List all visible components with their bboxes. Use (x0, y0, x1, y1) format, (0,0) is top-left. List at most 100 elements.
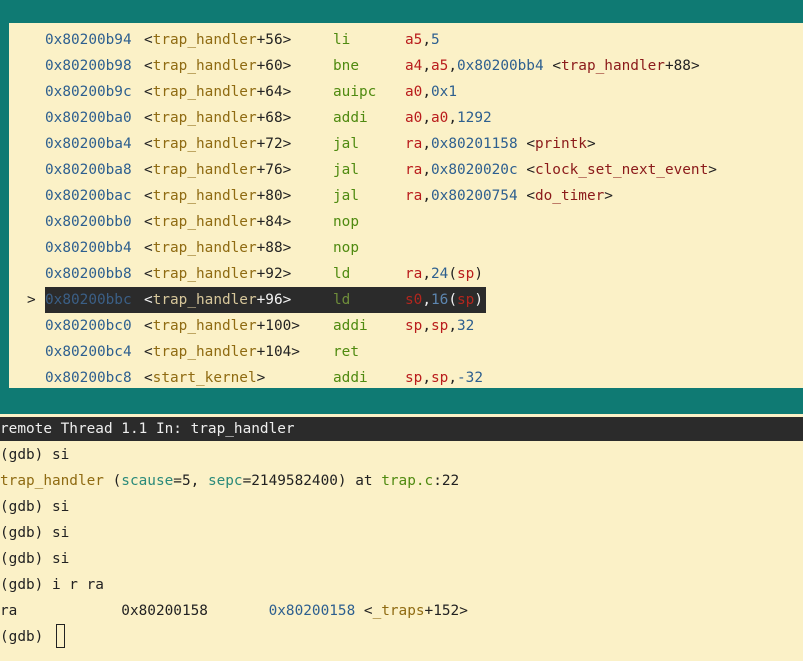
asm-row[interactable]: 0x80200ba0 <trap_handler+68> addi a0,a0,129… (9, 105, 799, 131)
operand-punct: ( (448, 266, 457, 282)
asm-function-name: trap_handler (152, 266, 257, 282)
asm-function-bracket: > (282, 162, 292, 178)
console-token: sepc (207, 473, 243, 489)
asm-function-bracket: < (144, 136, 153, 152)
operand-number: 24 (431, 266, 449, 282)
asm-address[interactable]: 0x80200bac (45, 183, 132, 209)
asm-row[interactable]: 0x80200bc8 <start_kernel> addi sp,sp,-32 (9, 365, 799, 391)
asm-operands: ra,24(sp) (405, 261, 483, 287)
asm-address[interactable]: 0x80200bb4 (45, 235, 132, 261)
operand-register: sp (405, 318, 423, 334)
asm-row[interactable]: 0x80200bb8 <trap_handler+92> ld ra,24(sp) (9, 261, 799, 287)
operand-punct: , (422, 370, 431, 386)
console-token: 0x80200158 (268, 603, 356, 619)
asm-address[interactable]: 0x80200ba0 (45, 105, 132, 131)
asm-address[interactable]: 0x80200bc4 (45, 339, 132, 365)
operand-punct: , (422, 136, 431, 152)
operand-punct: > (604, 188, 613, 204)
operand-register: sp (457, 292, 475, 308)
operand-register: ra (405, 136, 423, 152)
asm-function: <trap_handler+76> (144, 157, 291, 183)
text-cursor[interactable] (55, 624, 65, 648)
asm-row[interactable]: >0x80200bbc <trap_handler+96> ld s0,16(sp) (9, 287, 799, 313)
operand-punct: ) (474, 266, 483, 282)
asm-row[interactable]: 0x80200b98 <trap_handler+60> bne a4,a5,0x80… (9, 53, 799, 79)
asm-function-bracket: > (282, 240, 292, 256)
operand-number: 0x80201158 (431, 136, 518, 152)
console-token: +152> (424, 603, 468, 619)
operand-punct (544, 58, 553, 74)
asm-operands: a4,a5,0x80200bb4 <trap_handler+88> (405, 53, 700, 79)
asm-function-bracket: > (282, 84, 292, 100)
asm-row[interactable]: 0x80200ba4 <trap_handler+72> jal ra,0x80201… (9, 131, 799, 157)
operand-register: a5 (405, 32, 423, 48)
asm-address[interactable]: 0x80200b98 (45, 53, 132, 79)
asm-row[interactable]: 0x80200bc4 <trap_handler+104> ret (9, 339, 799, 365)
operand-punct: < (526, 136, 535, 152)
console-token: scause (121, 473, 174, 489)
operand-punct: , (448, 318, 457, 334)
asm-address[interactable]: 0x80200ba8 (45, 157, 132, 183)
asm-address[interactable]: 0x80200bb0 (45, 209, 132, 235)
asm-address[interactable]: 0x80200bb8 (45, 261, 132, 287)
asm-mnemonic: ld (333, 292, 351, 308)
asm-row[interactable]: 0x80200b9c <trap_handler+64> auipc a0,0x1 (9, 79, 799, 105)
asm-mnemonic: auipc (333, 84, 377, 100)
asm-row[interactable]: 0x80200bac <trap_handler+80> jal ra,0x80200… (9, 183, 799, 209)
asm-mnemonic: jal (333, 188, 359, 204)
asm-row[interactable]: 0x80200bb0 <trap_handler+84> nop (9, 209, 799, 235)
asm-function-name: trap_handler (152, 292, 257, 308)
operand-punct: , (422, 84, 431, 100)
asm-function-bracket: > (282, 266, 292, 282)
asm-function: <trap_handler+88> (144, 235, 291, 261)
asm-function-bracket: > (256, 370, 266, 386)
asm-address[interactable]: 0x80200bc8 (45, 365, 132, 391)
gdb-console[interactable]: (gdb) si trap_handler (scause=5, sepc=214… (0, 441, 803, 661)
asm-row[interactable]: 0x80200b94 <trap_handler+56> li a5,5 (9, 27, 799, 53)
operand-register: s0 (405, 292, 423, 308)
asm-address[interactable]: 0x80200bbc (45, 287, 132, 313)
gdb-prompt: (gdb) (0, 629, 52, 645)
status-bar: remote Thread 1.1 In: trap_handler (0, 417, 803, 441)
asm-row[interactable]: 0x80200bb4 <trap_handler+88> nop (9, 235, 799, 261)
operand-punct: , (422, 110, 431, 126)
asm-operands: a0,0x1 (405, 79, 457, 105)
asm-address[interactable]: 0x80200bc0 (45, 313, 132, 339)
console-prompt-line[interactable]: (gdb) (0, 624, 65, 650)
console-token: ra (0, 603, 122, 619)
asm-function-bracket: > (291, 318, 300, 334)
asm-function-offset: +76 (256, 162, 283, 178)
operand-punct: , (422, 266, 431, 282)
operand-register: ra (405, 162, 423, 178)
asm-address[interactable]: 0x80200b94 (45, 27, 132, 53)
operand-register: sp (405, 370, 423, 386)
asm-operands: sp,sp,32 (405, 313, 474, 339)
asm-row[interactable]: 0x80200bc0 <trap_handler+100> addi sp,sp,32 (9, 313, 799, 339)
asm-address[interactable]: 0x80200ba4 (45, 131, 132, 157)
operand-number: 1292 (457, 110, 492, 126)
operand-number: 0x8020020c (431, 162, 518, 178)
operand-symbol: trap_handler (560, 58, 665, 74)
asm-mnemonic: addi (333, 318, 368, 334)
operand-punct: , (448, 58, 457, 74)
asm-row[interactable]: 0x80200ba8 <trap_handler+76> jal ra,0x80200… (9, 157, 799, 183)
console-line: trap_handler (scause=5, sepc=2149582400)… (0, 468, 459, 494)
asm-function-bracket: < (144, 292, 153, 308)
operand-number: 0x80200bb4 (457, 58, 544, 74)
asm-operands: ra,0x8020020c <clock_set_next_event> (405, 157, 717, 183)
asm-function-bracket: < (144, 58, 153, 74)
asm-function-bracket: < (144, 344, 153, 360)
console-token: _traps (372, 603, 425, 619)
assembly-listing: 0x80200b94 <trap_handler+56> li a5,5 0x80200… (9, 23, 803, 388)
asm-function-bracket: > (282, 188, 292, 204)
operand-register: a5 (431, 58, 449, 74)
asm-function-offset: +64 (256, 84, 283, 100)
operand-punct: > (708, 162, 717, 178)
console-line: (gdb) si (0, 551, 70, 567)
operand-symbol: do_timer (534, 188, 605, 204)
console-token: =5, (173, 473, 208, 489)
asm-function-bracket: < (144, 240, 153, 256)
operand-punct: , (422, 292, 431, 308)
console-token: :22 (433, 473, 460, 489)
asm-address[interactable]: 0x80200b9c (45, 79, 132, 105)
